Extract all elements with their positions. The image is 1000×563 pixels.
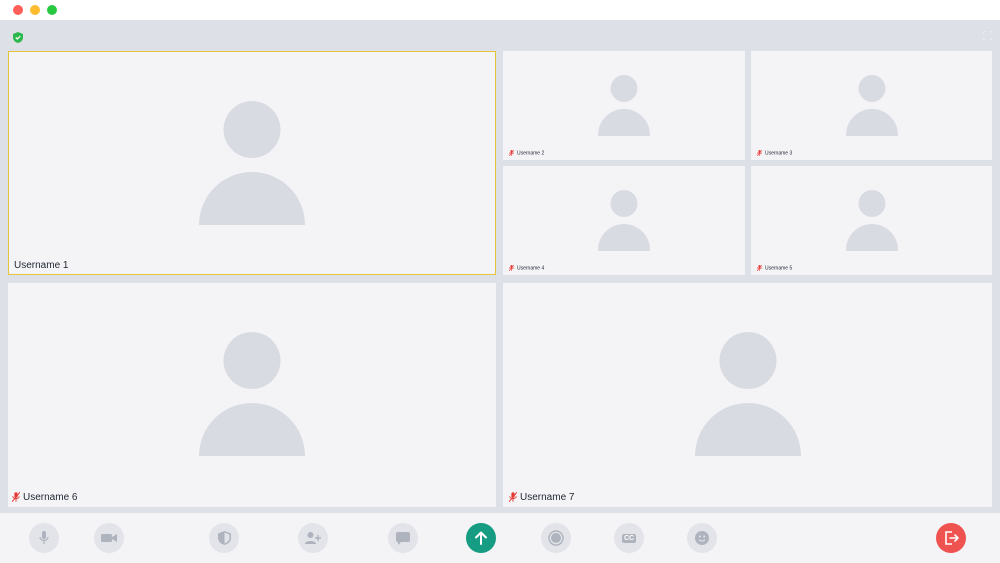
muted-mic-icon — [509, 264, 514, 271]
exit-icon — [944, 531, 959, 545]
participant-label: Username 3 — [757, 149, 793, 156]
camera-button[interactable] — [94, 523, 124, 553]
captions-button[interactable]: CC — [614, 523, 644, 553]
record-icon — [548, 530, 564, 546]
participant-name: Username 1 — [14, 260, 69, 271]
security-button[interactable] — [209, 523, 239, 553]
participant-tile-7[interactable]: Username 7 — [503, 283, 992, 507]
video-camera-icon — [101, 534, 117, 542]
avatar-icon — [199, 332, 305, 456]
participant-tile-5[interactable]: Username 5 — [751, 166, 992, 275]
participant-label: Username 6 — [12, 492, 77, 503]
muted-mic-icon — [12, 492, 20, 503]
participant-label: Username 7 — [509, 492, 574, 503]
add-participant-button[interactable] — [298, 523, 328, 553]
maximize-window-button[interactable] — [47, 5, 57, 15]
shield-icon — [217, 531, 231, 545]
participant-tile-6[interactable]: Username 6 — [8, 283, 496, 507]
participant-name: Username 5 — [765, 265, 793, 271]
avatar-icon — [598, 75, 650, 136]
window-titlebar — [0, 0, 1000, 20]
arrow-up-icon — [475, 531, 487, 545]
chat-button[interactable] — [388, 523, 418, 553]
participant-tile-3[interactable]: Username 3 — [751, 51, 992, 160]
muted-mic-icon — [757, 149, 762, 156]
share-screen-button[interactable] — [466, 523, 496, 553]
muted-mic-icon — [509, 149, 514, 156]
meeting-controls: CC — [0, 513, 1000, 563]
participant-name: Username 4 — [517, 265, 545, 271]
add-user-icon — [305, 532, 321, 544]
close-window-button[interactable] — [13, 5, 23, 15]
participant-name: Username 6 — [23, 492, 78, 503]
participant-label: Username 4 — [509, 264, 545, 271]
participant-label: Username 5 — [757, 264, 793, 271]
participant-name: Username 3 — [765, 150, 793, 156]
participant-tile-4[interactable]: Username 4 — [503, 166, 745, 275]
video-grid: Username 1 Username 2 Username 3 Usernam… — [0, 20, 1000, 513]
record-button[interactable] — [541, 523, 571, 553]
participant-name: Username 7 — [520, 492, 575, 503]
closed-captions-icon: CC — [621, 533, 637, 543]
chat-bubble-icon — [396, 531, 410, 545]
participant-tile-2[interactable]: Username 2 — [503, 51, 745, 160]
reactions-button[interactable] — [687, 523, 717, 553]
avatar-icon — [694, 332, 801, 456]
leave-meeting-button[interactable] — [936, 523, 966, 553]
shield-check-icon[interactable] — [13, 32, 23, 43]
avatar-icon — [598, 190, 650, 251]
microphone-icon — [39, 531, 49, 544]
emoji-icon — [695, 531, 709, 545]
avatar-icon — [845, 190, 898, 251]
participant-name: Username 2 — [517, 150, 545, 156]
minimize-window-button[interactable] — [30, 5, 40, 15]
muted-mic-icon — [757, 264, 762, 271]
avatar-icon — [845, 75, 898, 136]
muted-mic-icon — [509, 492, 517, 503]
participant-tile-1[interactable]: Username 1 — [8, 51, 496, 275]
microphone-button[interactable] — [29, 523, 59, 553]
fullscreen-icon[interactable] — [983, 31, 992, 40]
avatar-icon — [199, 101, 305, 225]
participant-label: Username 2 — [509, 149, 545, 156]
